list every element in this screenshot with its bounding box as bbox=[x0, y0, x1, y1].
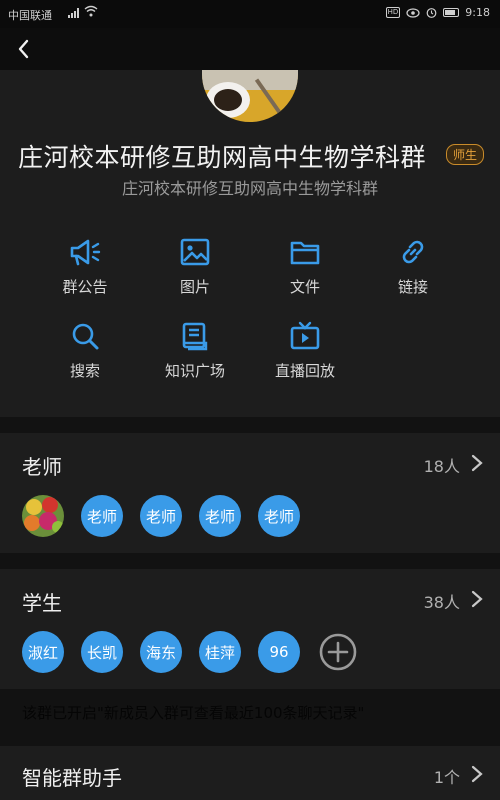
feature-files[interactable]: 文件 bbox=[250, 236, 360, 297]
teacher-avatar[interactable]: 老师 bbox=[81, 495, 123, 537]
students-section[interactable]: 学生 38人 淑红 长凯 海东 桂萍 96 bbox=[0, 569, 500, 689]
feature-knowledge[interactable]: 知识广场 bbox=[140, 320, 250, 381]
teacher-avatar[interactable]: 老师 bbox=[140, 495, 182, 537]
teachers-section[interactable]: 老师 18人 老师 老师 老师 老师 bbox=[0, 433, 500, 553]
feature-search[interactable]: 搜索 bbox=[30, 320, 140, 381]
group-subtitle: 庄河校本研修互助网高中生物学科群 bbox=[121, 179, 378, 198]
image-icon bbox=[180, 238, 210, 266]
signal-icon bbox=[68, 8, 79, 18]
history-notice: 该群已开启"新成员入群可查看最近100条聊天记录" bbox=[22, 704, 365, 722]
feature-images-label: 图片 bbox=[179, 278, 210, 296]
alarm-icon bbox=[426, 8, 437, 18]
battery-icon bbox=[443, 8, 460, 17]
teacher-avatar-photo[interactable] bbox=[22, 495, 64, 537]
chevron-right-icon bbox=[471, 765, 483, 783]
feature-announcement-label: 群公告 bbox=[62, 278, 108, 296]
assistant-title: 智能群助手 bbox=[22, 766, 122, 790]
hd-badge: HD bbox=[385, 7, 401, 18]
group-header: 庄河校本研修互助网高中生物学科群 师生 庄河校本研修互助网高中生物学科群 群公告… bbox=[0, 70, 500, 417]
nav-bar bbox=[0, 28, 500, 70]
feature-search-label: 搜索 bbox=[69, 362, 100, 380]
assistant-count: 1个 bbox=[433, 768, 460, 787]
megaphone-icon bbox=[70, 239, 101, 266]
feature-live-replay-label: 直播回放 bbox=[274, 362, 335, 380]
link-icon bbox=[402, 240, 424, 264]
feature-links[interactable]: 链接 bbox=[358, 236, 468, 297]
group-type-tag: 师生 bbox=[446, 144, 485, 165]
students-title: 学生 bbox=[22, 591, 62, 615]
group-name: 庄河校本研修互助网高中生物学科群 bbox=[18, 143, 427, 172]
folder-icon bbox=[290, 241, 320, 265]
assistant-section[interactable]: 智能群助手 1个 bbox=[0, 746, 500, 800]
carrier-label: 中国联通 bbox=[8, 9, 52, 22]
student-avatar[interactable]: 96 bbox=[258, 631, 300, 673]
add-member-icon[interactable] bbox=[317, 631, 359, 673]
feature-live-replay[interactable]: 直播回放 bbox=[250, 320, 360, 381]
student-members: 淑红 长凯 海东 桂萍 96 bbox=[22, 631, 359, 673]
teachers-title: 老师 bbox=[22, 455, 62, 479]
back-arrow-icon[interactable] bbox=[12, 36, 38, 62]
teacher-members: 老师 老师 老师 老师 bbox=[22, 495, 300, 537]
eye-icon bbox=[406, 7, 420, 18]
group-avatar[interactable] bbox=[202, 70, 298, 122]
book-icon bbox=[182, 322, 208, 351]
clock-time: 9:18 bbox=[465, 6, 490, 19]
search-icon bbox=[72, 323, 99, 350]
status-bar: 中国联通 HD 9:18 bbox=[0, 0, 500, 28]
feature-images[interactable]: 图片 bbox=[140, 236, 250, 297]
wifi-icon bbox=[84, 5, 98, 17]
chevron-right-icon bbox=[471, 454, 483, 472]
teacher-avatar[interactable]: 老师 bbox=[199, 495, 241, 537]
student-avatar[interactable]: 长凯 bbox=[81, 631, 123, 673]
teacher-avatar[interactable]: 老师 bbox=[258, 495, 300, 537]
student-avatar[interactable]: 桂萍 bbox=[199, 631, 241, 673]
chevron-right-icon bbox=[471, 590, 483, 608]
feature-announcement[interactable]: 群公告 bbox=[30, 236, 140, 297]
teachers-count: 18人 bbox=[423, 457, 460, 476]
feature-files-label: 文件 bbox=[289, 278, 320, 296]
student-avatar[interactable]: 淑红 bbox=[22, 631, 64, 673]
student-avatar[interactable]: 海东 bbox=[140, 631, 182, 673]
students-count: 38人 bbox=[423, 593, 460, 612]
feature-knowledge-label: 知识广场 bbox=[164, 362, 225, 380]
feature-links-label: 链接 bbox=[397, 278, 428, 296]
tv-icon bbox=[290, 321, 320, 350]
